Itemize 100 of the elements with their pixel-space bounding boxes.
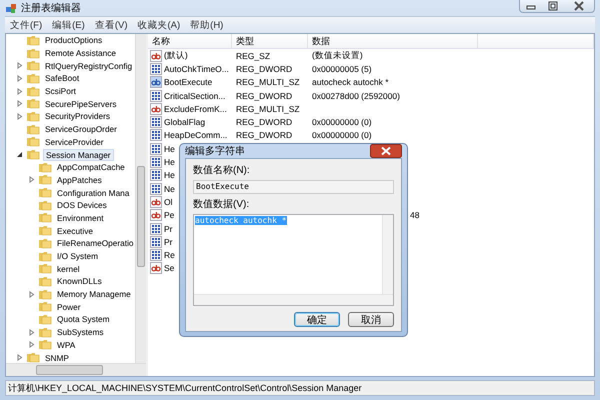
expand-icon[interactable] <box>16 62 23 70</box>
folder-icon <box>26 149 40 160</box>
folder-icon <box>38 263 52 274</box>
expand-icon[interactable] <box>16 100 23 108</box>
folder-icon <box>38 250 52 262</box>
value-name[interactable]: ExcludeFromK... <box>164 104 227 114</box>
status-bar: 计算机\HKEY_LOCAL_MACHINE\SYSTEM\CurrentControlSet\Control\Session Manager <box>5 380 595 396</box>
folder-icon <box>38 187 52 198</box>
tree-item[interactable]: Session Manager <box>43 148 114 161</box>
menu-item[interactable]: 帮助(H) <box>190 18 224 32</box>
column-header[interactable]: 名称 <box>148 34 232 48</box>
tree-item[interactable]: ScsiPort <box>43 85 78 98</box>
menu-item[interactable]: 查看(V) <box>94 18 128 32</box>
tree-item[interactable]: KnownDLLs <box>55 275 104 288</box>
value-name[interactable]: Ol <box>164 196 172 207</box>
tree-item[interactable]: ServiceGroupOrder <box>43 123 119 136</box>
folder-icon <box>38 288 52 300</box>
tree-item[interactable]: AppCompatCache <box>55 161 127 174</box>
tree-item[interactable]: SubSystems <box>55 326 106 338</box>
folder-icon <box>26 34 40 46</box>
folder-icon <box>38 225 52 236</box>
dialog-title: 编辑多字符串 <box>185 144 245 158</box>
value-name[interactable]: He <box>164 144 175 154</box>
value-name[interactable]: (默认) <box>164 50 188 62</box>
expand-icon[interactable] <box>16 112 23 120</box>
field-label: 数值数据(V): <box>193 198 250 211</box>
value-name[interactable]: CriticalSection... <box>164 90 226 101</box>
folder-icon <box>26 110 40 122</box>
tree-item[interactable]: Remote Assistance <box>43 47 118 60</box>
column-header[interactable]: 类型 <box>232 34 308 48</box>
menu-item[interactable]: 文件(F) <box>10 18 42 32</box>
tree-item[interactable]: I/O System <box>55 250 100 262</box>
expand-icon[interactable] <box>28 176 35 184</box>
tree-item[interactable]: ProductOptions <box>43 34 104 46</box>
value-name[interactable]: GlobalFlag <box>164 117 206 128</box>
menu-item[interactable]: 编辑(E) <box>52 18 85 32</box>
value-data: 0x00000005 (5) <box>312 64 372 74</box>
value-type: REG_MULTI_SZ <box>236 77 300 88</box>
tree-item[interactable]: Executive <box>55 224 95 237</box>
folder-icon <box>38 301 52 312</box>
tree-item[interactable]: RtlQueryRegistryConfig <box>43 60 134 72</box>
tree-item[interactable]: AppPatches <box>55 174 104 186</box>
value-name[interactable]: HeapDeComm... <box>164 130 228 140</box>
folder-icon <box>26 72 40 84</box>
expand-icon[interactable] <box>28 341 35 348</box>
ok-button[interactable]: 确定 <box>294 312 340 327</box>
value-type: REG_DWORD <box>236 90 292 101</box>
tree-item[interactable]: Configuration Mana <box>55 186 132 199</box>
value-name[interactable]: Pr <box>164 224 172 234</box>
folder-icon <box>26 136 40 148</box>
collapse-icon[interactable] <box>16 151 23 158</box>
tree-item[interactable]: SecurePipeServers <box>43 98 118 110</box>
folder-icon <box>26 86 40 97</box>
folder-icon <box>26 60 40 72</box>
tree-item[interactable]: Quota System <box>55 313 112 326</box>
folder-icon <box>38 212 52 224</box>
value-name[interactable]: Pr <box>164 236 172 247</box>
tree-item[interactable]: DOS Devices <box>55 199 109 212</box>
tree-item[interactable]: SNMP <box>43 352 71 364</box>
tree-item[interactable]: SecurityProviders <box>43 110 112 122</box>
vertical-scrollbar[interactable] <box>135 34 146 364</box>
folder-icon <box>38 314 52 325</box>
expand-icon[interactable] <box>16 74 23 82</box>
close-icon[interactable] <box>370 144 402 158</box>
folder-icon <box>38 174 52 186</box>
value-type: REG_SZ <box>236 50 270 61</box>
menu-item[interactable]: 收藏夹(A) <box>137 18 180 32</box>
folder-icon <box>26 352 40 364</box>
expand-icon[interactable] <box>28 290 35 298</box>
tree-item[interactable]: Power <box>55 300 83 313</box>
tree-item[interactable]: FileRenameOperatio <box>55 237 136 250</box>
cancel-button[interactable]: 取消 <box>348 312 394 327</box>
tree-item[interactable]: Memory Manageme <box>55 288 133 300</box>
tree-item[interactable]: ServiceProvider <box>43 136 106 148</box>
value-data: (数值未设置) <box>312 50 363 62</box>
value-name-field[interactable]: BootExecute <box>193 180 394 194</box>
value-name[interactable]: He <box>164 170 175 180</box>
value-name[interactable]: Pe <box>164 210 174 220</box>
value-name[interactable]: Se <box>164 263 174 274</box>
folder-icon <box>38 276 52 287</box>
folder-icon <box>38 238 52 249</box>
horizontal-scrollbar[interactable] <box>6 363 146 376</box>
value-name[interactable]: He <box>164 157 175 168</box>
value-name[interactable]: Re <box>164 250 175 260</box>
value-name[interactable]: BootExecute <box>164 77 212 88</box>
expand-icon[interactable] <box>28 328 35 336</box>
tree-item[interactable]: Environment <box>55 212 106 224</box>
tree-item[interactable]: WPA <box>55 338 78 351</box>
column-header[interactable]: 数据 <box>308 34 478 48</box>
tree-item[interactable]: SafeBoot <box>43 72 82 84</box>
expand-icon[interactable] <box>16 88 23 95</box>
tree-item[interactable]: kernel <box>55 262 82 275</box>
value-data: 0x00278d00 (2592000) <box>312 90 400 101</box>
value-type: REG_DWORD <box>236 130 292 140</box>
value-name[interactable]: AutoChkTimeO... <box>164 64 229 74</box>
value-name[interactable]: Ne <box>164 184 175 194</box>
field-label: 数值名称(N): <box>193 164 251 177</box>
value-type: REG_MULTI_SZ <box>236 104 300 114</box>
expand-icon[interactable] <box>16 354 23 362</box>
folder-icon <box>26 98 40 110</box>
